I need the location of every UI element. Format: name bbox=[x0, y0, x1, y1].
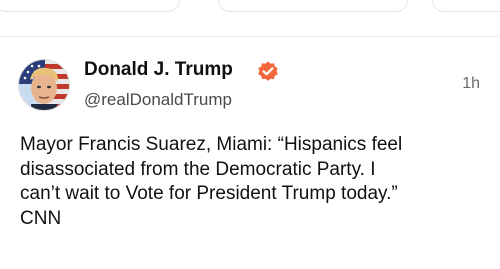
top-tab-pill[interactable] bbox=[0, 0, 180, 12]
author-handle[interactable]: @realDonaldTrump bbox=[84, 90, 232, 110]
post-card[interactable]: Donald J. Trump @realDonaldTrump 1h Mayo… bbox=[0, 37, 500, 269]
avatar[interactable] bbox=[18, 59, 70, 111]
top-tab-pill[interactable] bbox=[432, 0, 500, 12]
verified-badge-icon bbox=[258, 61, 278, 81]
author-name[interactable]: Donald J. Trump bbox=[84, 59, 233, 81]
post-text: Mayor Francis Suarez, Miami: “Hispanics … bbox=[20, 134, 403, 229]
avatar-image bbox=[19, 60, 69, 110]
top-tab-pill[interactable] bbox=[218, 0, 408, 12]
post-timestamp: 1h bbox=[462, 75, 480, 92]
